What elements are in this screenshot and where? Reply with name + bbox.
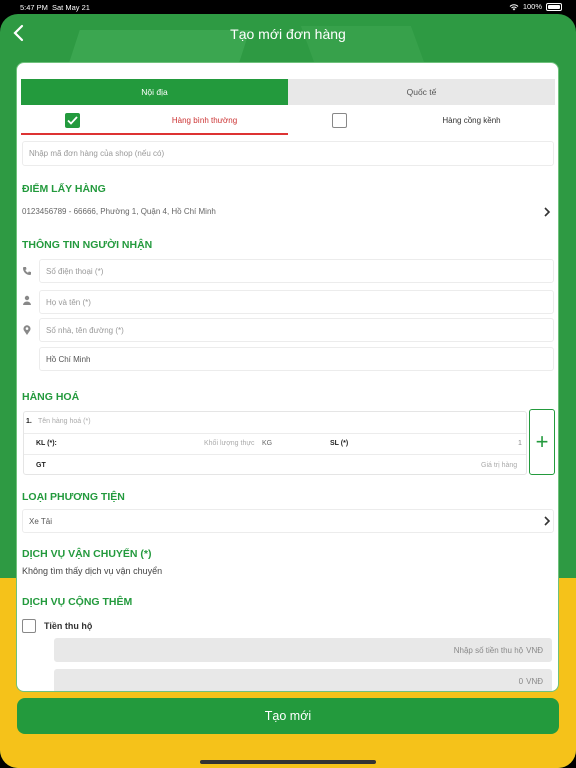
goods-name-input[interactable]: Tên hàng hoá (*) bbox=[38, 418, 91, 425]
recipient-section-title: THÔNG TIN NGƯỜI NHẬN bbox=[22, 239, 153, 251]
weight-label: KL (*): bbox=[36, 440, 57, 447]
status-date: Sat May 21 bbox=[52, 3, 90, 12]
shipping-service-empty: Không tìm thấy dịch vụ vận chuyển bbox=[22, 566, 163, 576]
extra-amount-field[interactable]: 0 VNĐ bbox=[54, 669, 552, 691]
goods-section-title: HÀNG HOÁ bbox=[22, 391, 80, 403]
battery-percent: 100% bbox=[522, 2, 542, 11]
tab-bulky-goods[interactable]: Hàng cồng kềnh bbox=[288, 107, 555, 135]
pickup-address: 0123456789 - 66666, Phường 1, Quận 4, Hồ… bbox=[22, 207, 216, 216]
shipping-service-title: DỊCH VỤ VẬN CHUYỂN (*) bbox=[22, 548, 152, 560]
page-title: Tạo mới đơn hàng bbox=[230, 26, 346, 42]
tab-bulky-goods-label: Hàng cồng kềnh bbox=[442, 116, 501, 125]
recipient-phone-input[interactable]: Số điện thoại (*) bbox=[39, 259, 554, 283]
battery-icon bbox=[546, 2, 562, 11]
person-icon bbox=[23, 295, 31, 305]
shop-order-code-input[interactable]: Nhập mã đơn hàng của shop (nếu có) bbox=[22, 141, 554, 166]
vehicle-section-title: LOẠI PHƯƠNG TIỆN bbox=[22, 491, 125, 503]
goods-index: 1. bbox=[26, 418, 32, 425]
wifi-icon bbox=[509, 3, 519, 10]
home-indicator bbox=[200, 760, 376, 764]
tab-international[interactable]: Quốc tế bbox=[288, 79, 555, 105]
status-time: 5:47 PM bbox=[20, 3, 48, 12]
divider bbox=[24, 433, 526, 434]
recipient-name-input[interactable]: Họ và tên (*) bbox=[39, 290, 554, 314]
recipient-city-select[interactable]: Hồ Chí Minh bbox=[39, 347, 554, 371]
tab-domestic[interactable]: Nội địa bbox=[21, 79, 288, 105]
status-bar: 5:47 PM Sat May 21 100% bbox=[0, 0, 576, 14]
cod-amount-input[interactable]: Nhập số tiền thu hộ VNĐ bbox=[54, 638, 552, 662]
divider bbox=[24, 454, 526, 455]
vehicle-select[interactable]: Xe Tải bbox=[22, 509, 554, 533]
cod-amount-placeholder: Nhập số tiền thu hộ bbox=[453, 645, 524, 655]
tab-normal-goods[interactable]: Hàng bình thường bbox=[21, 107, 288, 135]
order-form-card: Nội địa Quốc tế Hàng bình thường Hàng cồ… bbox=[16, 62, 559, 692]
goods-value-input[interactable]: Giá trị hàng bbox=[481, 462, 517, 469]
phone-icon bbox=[23, 267, 31, 275]
extra-service-title: DỊCH VỤ CỘNG THÊM bbox=[22, 596, 133, 608]
goods-item: 1. Tên hàng hoá (*) KL (*): Khối lượng t… bbox=[23, 411, 527, 475]
status-right: 100% bbox=[509, 2, 562, 11]
quantity-input[interactable]: 1 bbox=[518, 440, 522, 447]
cod-checkbox[interactable] bbox=[22, 619, 36, 633]
extra-amount-unit: VNĐ bbox=[526, 676, 543, 686]
add-goods-button[interactable]: + bbox=[529, 409, 555, 475]
extra-amount-value: 0 bbox=[518, 676, 524, 686]
create-order-button[interactable]: Tạo mới bbox=[17, 698, 559, 734]
location-pin-icon bbox=[23, 325, 31, 335]
cod-label: Tiền thu hộ bbox=[44, 621, 93, 631]
recipient-address-input[interactable]: Số nhà, tên đường (*) bbox=[39, 318, 554, 342]
weight-input[interactable]: Khối lượng thực bbox=[204, 440, 255, 447]
chevron-right-icon[interactable] bbox=[543, 516, 551, 526]
region-tabs: Nội địa Quốc tế bbox=[21, 79, 555, 105]
pickup-section-title: ĐIỂM LẤY HÀNG bbox=[22, 183, 106, 195]
goods-type-tabs: Hàng bình thường Hàng cồng kềnh bbox=[21, 107, 555, 135]
value-label: GT bbox=[36, 462, 46, 469]
tab-normal-goods-label: Hàng bình thường bbox=[171, 116, 238, 125]
chevron-right-icon[interactable] bbox=[543, 207, 551, 217]
quantity-label: SL (*) bbox=[330, 440, 349, 447]
weight-unit: KG bbox=[262, 440, 273, 447]
cod-unit: VNĐ bbox=[526, 645, 543, 655]
